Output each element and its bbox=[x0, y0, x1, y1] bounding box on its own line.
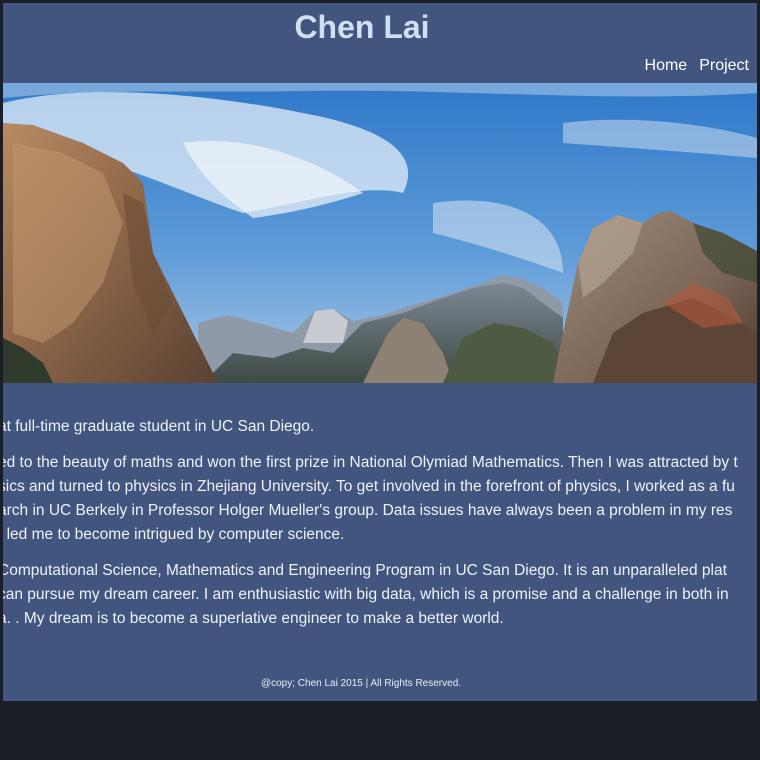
text-line: t led me to become intrigued by computer… bbox=[3, 526, 345, 543]
site-header: Chen Lai Home Project bbox=[3, 3, 757, 83]
site-title: Chen Lai bbox=[294, 9, 430, 45]
mountain-landscape-image bbox=[3, 83, 757, 383]
nav-link-home[interactable]: Home bbox=[645, 56, 688, 76]
main-nav: Home Project bbox=[645, 56, 749, 76]
text-line: sics and turned to physics in Zhejiang U… bbox=[3, 478, 735, 495]
hero-banner-image bbox=[3, 83, 757, 383]
text-line: ed to the beauty of maths and won the fi… bbox=[3, 454, 738, 471]
text-line: a. . My dream is to become a superlative… bbox=[3, 610, 504, 627]
page-container: Chen Lai Home Project at full-time gradu… bbox=[3, 3, 757, 701]
browser-viewport: Chen Lai Home Project at full-time gradu… bbox=[0, 0, 760, 760]
nav-link-project[interactable]: Project bbox=[699, 56, 749, 76]
copyright-text: @copy; Chen Lai 2015 | All Rights Reserv… bbox=[260, 678, 462, 689]
goals-paragraph: Computational Science, Mathematics and E… bbox=[3, 559, 757, 631]
site-footer: @copy; Chen Lai 2015 | All Rights Reserv… bbox=[3, 677, 719, 691]
text-line: can pursue my dream career. I am enthusi… bbox=[3, 586, 729, 603]
background-paragraph: ed to the beauty of maths and won the fi… bbox=[3, 451, 757, 547]
text-line: Computational Science, Mathematics and E… bbox=[3, 562, 727, 579]
intro-paragraph: at full-time graduate student in UC San … bbox=[3, 418, 315, 435]
about-text: at full-time graduate student in UC San … bbox=[3, 415, 757, 643]
text-line: arch in UC Berkely in Professor Holger M… bbox=[3, 502, 733, 519]
